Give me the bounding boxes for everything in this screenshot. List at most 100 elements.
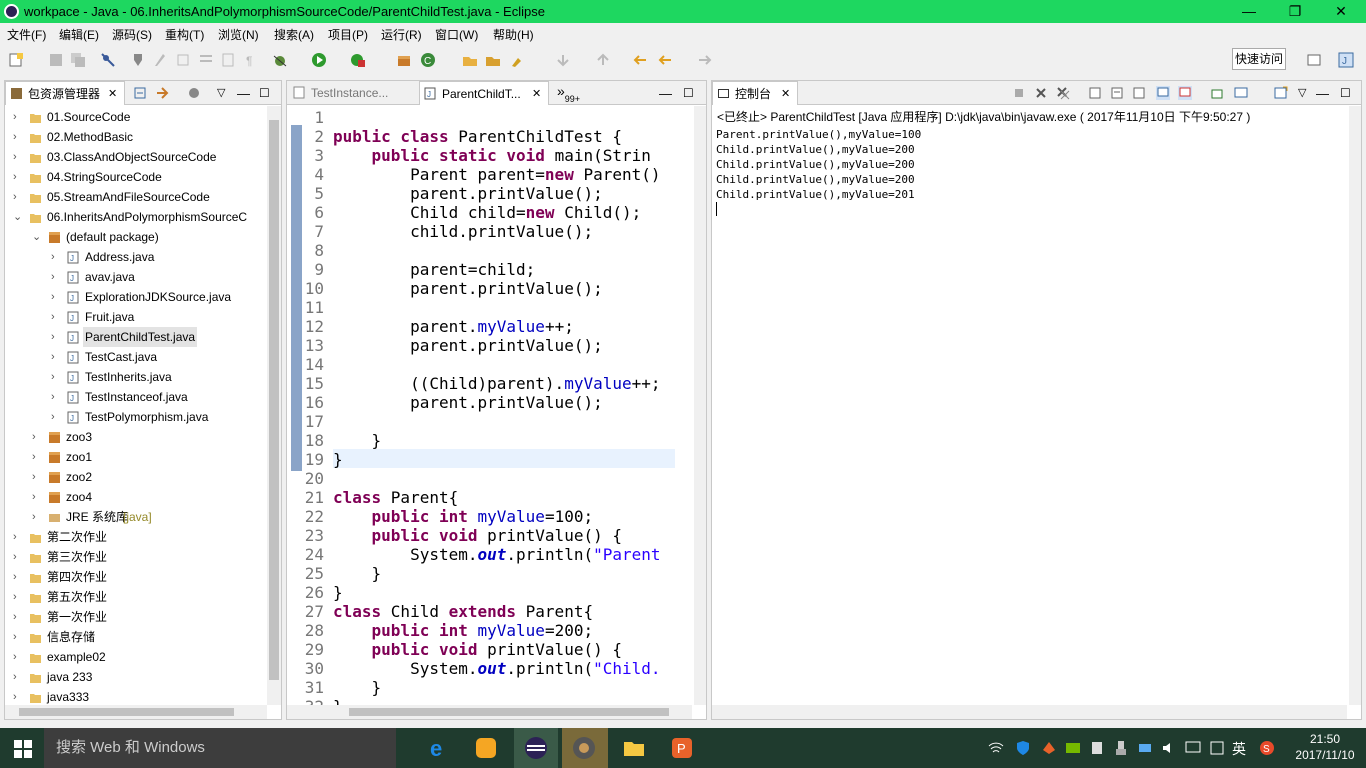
tab-console[interactable]: 控制台 ✕ [712,81,798,105]
tree-item[interactable]: › 第四次作业 [5,567,267,587]
bird-icon[interactable] [1041,740,1057,756]
open-type-icon[interactable] [462,52,478,68]
collapsed-chevron-icon[interactable]: › [13,587,17,607]
shield-icon[interactable] [1015,740,1031,756]
collapsed-chevron-icon[interactable]: › [51,267,55,287]
code-line[interactable]: 30 System.out.println("Child. [287,659,694,678]
tree-item[interactable]: › zoo4 [5,487,267,507]
menu-help[interactable]: 帮助(H) [493,26,534,43]
menu-project[interactable]: 项目(P) [328,26,368,43]
tree-item[interactable]: › java333 [5,687,267,705]
code-line[interactable]: 29 public void printValue() { [287,640,694,659]
collapsed-chevron-icon[interactable]: › [51,407,55,427]
tree-item[interactable]: › zoo3 [5,427,267,447]
new-package-icon[interactable] [396,52,412,68]
collapsed-chevron-icon[interactable]: › [13,187,17,207]
view-menu-icon[interactable]: ▽ [217,86,231,100]
code-line[interactable]: 19} [287,450,694,469]
collapsed-chevron-icon[interactable]: › [13,147,17,167]
paragraph-icon[interactable]: ¶ [243,52,259,68]
network-icon[interactable] [1137,740,1153,756]
usb-icon[interactable] [1113,740,1129,756]
quick-access-field[interactable]: 快速访问 [1232,48,1286,70]
taskbar-search-box[interactable]: 搜索 Web 和 Windows [44,728,396,768]
code-line[interactable]: 23 public void printValue() { [287,526,694,545]
tree-item[interactable]: › 02.MethodBasic [5,127,267,147]
menu-window[interactable]: 窗口(W) [435,26,478,43]
tree-item[interactable]: › 第三次作业 [5,547,267,567]
collapsed-chevron-icon[interactable]: › [32,447,36,467]
debug-icon[interactable] [272,52,288,68]
code-line[interactable]: 18 } [287,431,694,450]
save-icon[interactable] [48,52,64,68]
focus-icon[interactable] [187,86,201,100]
collapsed-chevron-icon[interactable]: › [51,347,55,367]
display-console-icon[interactable] [1234,86,1248,100]
tree-item[interactable]: › 第二次作业 [5,527,267,547]
code-line[interactable]: 9 parent=child; [287,260,694,279]
code-line[interactable]: 26} [287,583,694,602]
code-line[interactable]: 27 class Child extends Parent{ [287,602,694,621]
menu-refactor[interactable]: 重构(T) [165,26,204,43]
wifi-icon[interactable] [988,740,1004,756]
code-editor[interactable]: 1 2 public class ParentChildTest {3 public… [287,106,694,705]
restore-button[interactable]: ❐ [1272,0,1318,23]
collapsed-chevron-icon[interactable]: › [13,627,17,647]
collapsed-chevron-icon[interactable]: › [51,307,55,327]
code-line[interactable]: 21 class Parent{ [287,488,694,507]
open-perspective-icon[interactable] [1306,52,1322,68]
collapsed-chevron-icon[interactable]: › [13,607,17,627]
code-line[interactable]: 31 } [287,678,694,697]
tree-item[interactable]: › J TestPolymorphism.java [5,407,267,427]
tree-item[interactable]: › 信息存储 [5,627,267,647]
maximize-view-icon[interactable]: ☐ [683,86,697,100]
coverage-icon[interactable] [350,52,366,68]
collapsed-chevron-icon[interactable]: › [13,567,17,587]
open-console-icon[interactable] [1274,86,1288,100]
collapsed-chevron-icon[interactable]: › [51,247,55,267]
tree-item[interactable]: › J TestInstanceof.java [5,387,267,407]
menu-edit[interactable]: 编辑(E) [59,26,99,43]
tree-item[interactable]: › 第五次作业 [5,587,267,607]
remove-all-icon[interactable] [1056,86,1070,100]
maximize-view-icon[interactable]: ☐ [259,86,273,100]
edge-icon[interactable]: e [428,736,452,760]
volume-icon[interactable] [1161,740,1177,756]
code-line[interactable]: 16 parent.printValue(); [287,393,694,412]
tree-item[interactable]: › java 233 [5,667,267,687]
file-explorer-icon[interactable] [622,736,646,760]
show-whitespace-icon[interactable] [220,52,236,68]
java-perspective-icon[interactable]: J [1338,52,1354,68]
tree-item[interactable]: › J Fruit.java [5,307,267,327]
collapsed-chevron-icon[interactable]: › [51,287,55,307]
console-output[interactable]: Parent.printValue(),myValue=100 Child.pri… [716,127,921,216]
tree-item[interactable]: › 01.SourceCode [5,107,267,127]
prev-annotation-icon[interactable] [595,52,611,68]
collapsed-chevron-icon[interactable]: › [13,107,17,127]
search-icon[interactable] [510,52,526,68]
code-line[interactable]: 2 public class ParentChildTest { [287,127,694,146]
code-line[interactable]: 13 parent.printValue(); [287,336,694,355]
clear-console-icon[interactable] [1088,86,1102,100]
collapsed-chevron-icon[interactable]: › [13,527,17,547]
code-line[interactable]: 8 [287,241,694,260]
collapse-all-icon[interactable] [133,86,147,100]
collapsed-chevron-icon[interactable]: › [13,167,17,187]
pin-icon[interactable] [130,52,146,68]
tree-item[interactable]: › example02 [5,647,267,667]
code-line[interactable]: 1 [287,108,694,127]
code-line[interactable]: 7 child.printValue(); [287,222,694,241]
link-editor-icon[interactable] [155,86,169,100]
collapsed-chevron-icon[interactable]: › [13,667,17,687]
tree-horizontal-scrollbar[interactable] [5,705,267,719]
show-on-stdout-icon[interactable] [1156,86,1170,100]
code-line[interactable]: 5 parent.printValue(); [287,184,694,203]
collapsed-chevron-icon[interactable]: › [13,687,17,705]
code-line[interactable]: 17 [287,412,694,431]
maximize-view-icon[interactable]: ☐ [1340,86,1354,100]
menu-file[interactable]: 文件(F) [7,26,46,43]
code-line[interactable]: 15 ((Child)parent).myValue++; [287,374,694,393]
code-line[interactable]: 6 Child child=new Child(); [287,203,694,222]
browser-icon[interactable] [474,736,498,760]
tree-item[interactable]: › zoo1 [5,447,267,467]
